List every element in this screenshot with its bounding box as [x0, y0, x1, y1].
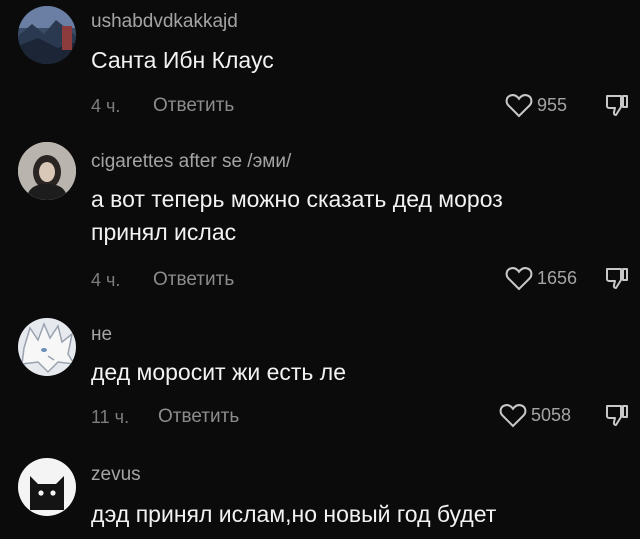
- comment-item: cigarettes after se /эми/ а вот теперь м…: [0, 130, 640, 298]
- user-avatar[interactable]: [18, 458, 76, 516]
- like-button[interactable]: 1656: [505, 265, 577, 291]
- heart-outline-icon: [505, 94, 533, 118]
- cat-avatar-icon: [18, 458, 76, 516]
- like-count: 1656: [537, 267, 578, 288]
- like-button[interactable]: 955: [505, 92, 567, 118]
- like-count: 5058: [531, 404, 572, 425]
- dislike-button[interactable]: [604, 265, 630, 291]
- like-button[interactable]: 5058: [499, 402, 571, 428]
- comment-text: дед моросит жи есть ле: [91, 359, 347, 385]
- comment-username[interactable]: ushabdvdkakkajd: [91, 11, 238, 33]
- comment-time: 4 ч.: [91, 270, 121, 290]
- user-avatar[interactable]: [18, 6, 76, 64]
- dislike-button[interactable]: [604, 402, 630, 428]
- comment-username[interactable]: не: [91, 324, 112, 346]
- reply-button[interactable]: Ответить: [153, 269, 234, 291]
- comment-username[interactable]: cigarettes after se /эми/: [91, 151, 291, 173]
- thumbs-down-icon: [605, 95, 628, 116]
- reply-button[interactable]: Ответить: [158, 406, 239, 428]
- thumbs-down-icon: [605, 268, 628, 289]
- comment-text: а вот теперь можно сказать дед мороз при…: [91, 186, 503, 245]
- comment-username[interactable]: zevus: [91, 464, 141, 486]
- user-avatar[interactable]: [18, 142, 76, 200]
- comment-item: zevus дэд принял ислам,но новый год буде…: [0, 438, 640, 539]
- dislike-button[interactable]: [604, 92, 630, 118]
- anime-avatar-icon: [18, 318, 76, 376]
- like-count: 955: [537, 94, 568, 115]
- heart-outline-icon: [499, 404, 527, 428]
- comment-item: не дед моросит жи есть ле 11 ч. Ответить…: [0, 298, 640, 438]
- comment-time: 4 ч.: [91, 96, 121, 116]
- comment-item: ushabdvdkakkajd Санта Ибн Клаус 4 ч. Отв…: [0, 0, 640, 130]
- thumbs-down-icon: [605, 405, 628, 426]
- comment-text: дэд принял ислам,но новый год будет: [91, 501, 497, 527]
- user-avatar[interactable]: [18, 318, 76, 376]
- person-avatar-icon: [18, 142, 76, 200]
- landscape-avatar-icon: [18, 6, 76, 64]
- comment-text: Санта Ибн Клаус: [91, 47, 274, 73]
- comment-time: 11 ч.: [91, 407, 130, 427]
- heart-outline-icon: [505, 267, 533, 291]
- reply-button[interactable]: Ответить: [153, 95, 234, 117]
